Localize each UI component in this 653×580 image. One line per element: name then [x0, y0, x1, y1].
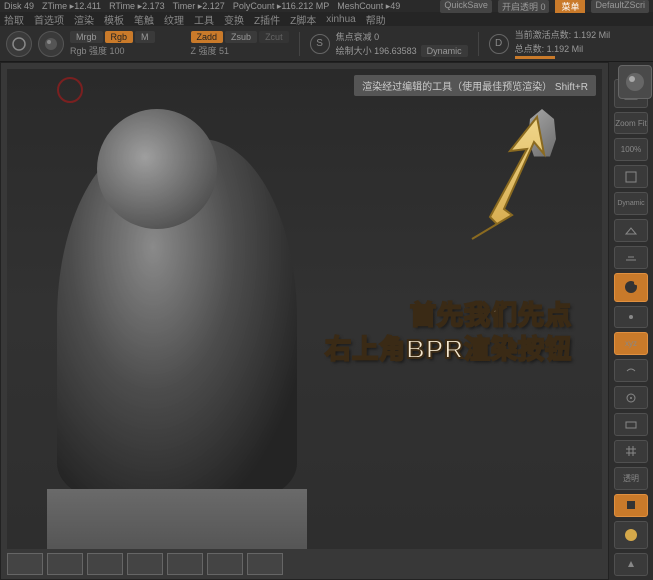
subtool-preview[interactable] [522, 109, 572, 169]
sidebar-he-button[interactable] [614, 359, 648, 382]
timer-stat: Timer ▸2.127 [173, 1, 225, 12]
sidebar-persp-button[interactable] [614, 219, 648, 242]
polycount-stat: PolyCount ▸116.212 MP [233, 1, 329, 12]
rgb-intensity-slider[interactable]: Rgb 强度 100 [70, 44, 155, 57]
menu-preferences[interactable]: 首选项 [34, 12, 64, 27]
menu-stroke[interactable]: 笔触 [134, 12, 154, 27]
sidebar-grid-button[interactable] [614, 440, 648, 463]
thumbnail[interactable] [47, 553, 83, 575]
focal-shift-icon[interactable]: S [310, 34, 330, 54]
total-points-label: 总点数: 1.192 Mil [515, 42, 584, 55]
bpr-tooltip: 渲染经过编辑的工具（使用最佳预览渲染） Shift+R [354, 75, 596, 96]
menu-zplugin[interactable]: Z插件 [254, 12, 280, 27]
z-intensity-slider[interactable]: Z 强度 51 [191, 44, 289, 57]
instruction-line-2: 右上角BPR渲染按钮 [325, 333, 572, 367]
d-icon[interactable]: D [489, 34, 509, 54]
menu-pick[interactable]: 拾取 [4, 12, 24, 27]
bpr-render-button[interactable] [618, 65, 652, 99]
status-bar: Disk 49 ZTime ▸12.411 RTime ▸2.173 Timer… [0, 0, 653, 12]
m-toggle[interactable]: M [135, 31, 155, 43]
thumbnail[interactable] [127, 553, 163, 575]
menu-xinhua[interactable]: xinhua [326, 14, 355, 25]
menu-button[interactable]: 菜单 [555, 0, 585, 13]
sidebar-dynamic-button[interactable]: Dynamic [614, 192, 648, 215]
thumbnail[interactable] [247, 553, 283, 575]
menu-transform[interactable]: 变换 [224, 12, 244, 27]
zsub-toggle[interactable]: Zsub [225, 31, 257, 43]
meshcount-stat: MeshCount ▸49 [337, 1, 400, 12]
sidebar-floor-button[interactable] [614, 246, 648, 269]
sidebar-target-button[interactable] [614, 386, 648, 409]
default-script[interactable]: DefaultZScri [591, 0, 649, 13]
viewport[interactable]: 渲染经过编辑的工具（使用最佳预览渲染） Shift+R 首先我们先点 右上角BP… [0, 62, 609, 580]
thumbnail[interactable] [7, 553, 43, 575]
rgb-toggle[interactable]: Rgb [105, 31, 134, 43]
sculpture-model[interactable] [37, 139, 337, 549]
cursor-indicator [57, 77, 83, 103]
active-points-label: 当前激活点数: 1.192 Mil [515, 28, 611, 41]
sidebar-zoom-button[interactable]: Zoom Fit [614, 112, 648, 135]
right-sidebar: 子修改 Zoom Fit 100% Dynamic xyz 透明 [609, 62, 653, 580]
quicksave-button[interactable]: QuickSave [440, 0, 492, 13]
menu-bar: 拾取 首选项 渲染 模板 笔触 纹理 工具 变换 Z插件 Z脚本 xinhua … [0, 12, 653, 26]
sidebar-local-button[interactable] [614, 306, 648, 329]
menu-render[interactable]: 渲染 [74, 12, 94, 27]
sidebar-frame-button[interactable] [614, 413, 648, 436]
mrgb-toggle[interactable]: Mrgb [70, 31, 103, 43]
sidebar-polyframe-button[interactable] [614, 494, 648, 517]
menu-tool[interactable]: 工具 [194, 12, 214, 27]
thumbnail[interactable] [207, 553, 243, 575]
sidebar-bpr-button[interactable] [614, 273, 648, 302]
top-toolbar: Mrgb Rgb M Rgb 强度 100 Zadd Zsub Zcut Z 强… [0, 26, 653, 62]
sidebar-material-button[interactable] [614, 521, 648, 550]
menu-zscript[interactable]: Z脚本 [290, 12, 316, 27]
rtime-stat: RTime ▸2.173 [109, 1, 165, 12]
sidebar-100-button[interactable]: 100% [614, 138, 648, 161]
draw-size-label[interactable]: 绘制大小 196.63583 [336, 44, 417, 57]
brush-button[interactable] [6, 31, 32, 57]
material-button[interactable] [38, 31, 64, 57]
menu-help[interactable]: 帮助 [366, 12, 386, 27]
sidebar-transparent-button[interactable]: 透明 [614, 467, 648, 490]
menu-texture[interactable]: 纹理 [164, 12, 184, 27]
dynamic-toggle[interactable]: Dynamic [421, 45, 468, 57]
progress-bar [515, 56, 555, 59]
instruction-overlay: 首先我们先点 右上角BPR渲染按钮 [325, 299, 572, 367]
thumbnail[interactable] [87, 553, 123, 575]
ztime-stat: ZTime ▸12.411 [42, 1, 101, 12]
focal-shift-label[interactable]: 焦点衰减 0 [336, 30, 468, 43]
sidebar-extra-button[interactable] [614, 553, 648, 576]
sidebar-actual-button[interactable] [614, 165, 648, 188]
instruction-line-1: 首先我们先点 [325, 299, 572, 333]
thumbnail[interactable] [167, 553, 203, 575]
transparency-toggle[interactable]: 开启透明 0 [498, 0, 550, 13]
zadd-toggle[interactable]: Zadd [191, 31, 224, 43]
disk-stat: Disk 49 [4, 1, 34, 11]
zcut-toggle[interactable]: Zcut [259, 31, 289, 43]
menu-stencil[interactable]: 模板 [104, 12, 124, 27]
thumbnail-strip [7, 553, 602, 577]
sidebar-xyz-button[interactable]: xyz [614, 332, 648, 355]
